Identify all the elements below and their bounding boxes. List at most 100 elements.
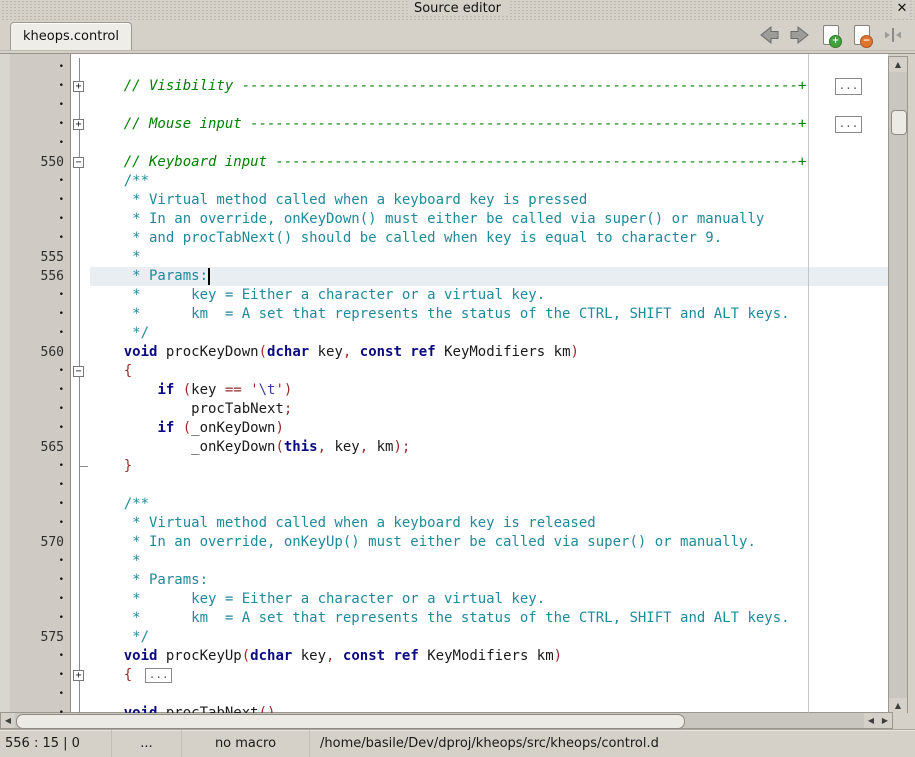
code-text[interactable] (90, 476, 888, 495)
code-text[interactable]: if (key == '\t') (90, 381, 888, 400)
code-text[interactable]: void procTabNext() (90, 704, 888, 713)
title-bar[interactable]: Source editor ✕ (0, 0, 915, 20)
code-text[interactable]: if (_onKeyDown) (90, 419, 888, 438)
fold-margin-cell (70, 172, 90, 191)
code-line[interactable]: • * Virtual method called when a keyboar… (0, 191, 888, 210)
code-text[interactable]: */ (90, 628, 888, 647)
code-text[interactable]: /** (90, 495, 888, 514)
fold-toggle-icon[interactable]: − (73, 157, 84, 168)
code-line[interactable]: • /** (0, 172, 888, 191)
code-line[interactable]: 565 _onKeyDown(this, key, km); (0, 438, 888, 457)
code-text[interactable] (90, 96, 888, 115)
close-icon[interactable]: ✕ (894, 1, 910, 17)
code-text[interactable] (90, 685, 888, 704)
status-info: ... (112, 730, 182, 757)
code-line[interactable]: • void procTabNext() (0, 704, 888, 713)
code-text[interactable]: } (90, 457, 888, 476)
fold-toggle-icon[interactable]: − (73, 366, 84, 377)
code-text[interactable]: { (90, 362, 888, 381)
code-text[interactable]: * (90, 248, 888, 267)
code-editor[interactable]: ••+ // Visibility ----------------------… (0, 53, 915, 713)
code-line[interactable]: • * (0, 552, 888, 571)
scroll-left-icon[interactable]: ◀ (1, 713, 15, 728)
collapsed-code-box[interactable]: ... (835, 116, 862, 133)
code-text[interactable]: * key = Either a character or a virtual … (90, 286, 888, 305)
horizontal-scrollbar[interactable]: ◀ ◀ ▶ (0, 712, 893, 729)
code-line[interactable]: • */ (0, 324, 888, 343)
code-line[interactable]: • procTabNext; (0, 400, 888, 419)
scroll-up-icon-bottom[interactable]: ▲ (889, 698, 907, 713)
code-text[interactable]: _onKeyDown(this, key, km); (90, 438, 888, 457)
code-text[interactable]: * key = Either a character or a virtual … (90, 590, 888, 609)
code-line[interactable]: • * Virtual method called when a keyboar… (0, 514, 888, 533)
code-line[interactable]: •+ // Mouse input ----------------------… (0, 115, 888, 134)
forward-arrow-icon (788, 24, 812, 46)
code-text[interactable]: /** (90, 172, 888, 191)
code-line[interactable]: • if (key == '\t') (0, 381, 888, 400)
code-line[interactable]: • } (0, 457, 888, 476)
code-text[interactable]: * km = A set that represents the status … (90, 305, 888, 324)
code-text[interactable]: * Params: (90, 571, 888, 590)
code-text[interactable]: void procKeyDown(dchar key, const ref Ke… (90, 343, 888, 362)
code-text[interactable]: {... (90, 666, 888, 685)
code-line[interactable]: • if (_onKeyDown) (0, 419, 888, 438)
code-line[interactable]: • (0, 134, 888, 153)
code-text[interactable]: */ (90, 324, 888, 343)
new-document-button[interactable]: + (819, 24, 843, 46)
code-line[interactable]: • (0, 58, 888, 77)
code-line[interactable]: • * km = A set that represents the statu… (0, 609, 888, 628)
code-line[interactable]: 560 void procKeyDown(dchar key, const re… (0, 343, 888, 362)
tab-kheops-control[interactable]: kheops.control (10, 22, 132, 50)
code-line[interactable]: •+ // Visibility -----------------------… (0, 77, 888, 96)
code-line[interactable]: 575 */ (0, 628, 888, 647)
fold-margin-cell (70, 191, 90, 210)
code-line[interactable]: 550− // Keyboard input -----------------… (0, 153, 888, 172)
code-line[interactable]: • * key = Either a character or a virtua… (0, 286, 888, 305)
code-text[interactable] (90, 134, 888, 153)
code-text[interactable]: procTabNext; (90, 400, 888, 419)
code-line[interactable]: •− { (0, 362, 888, 381)
fold-toggle-icon[interactable]: + (73, 670, 84, 681)
code-line[interactable]: •+ {... (0, 666, 888, 685)
code-text[interactable] (90, 58, 888, 77)
vertical-scroll-thumb[interactable] (891, 110, 907, 135)
code-text[interactable]: * (90, 552, 888, 571)
code-text[interactable]: * km = A set that represents the status … (90, 609, 888, 628)
code-text[interactable]: * In an override, onKeyUp() must either … (90, 533, 888, 552)
code-text[interactable]: // Visibility --------------------------… (90, 77, 888, 96)
code-text[interactable]: void procKeyUp(dchar key, const ref KeyM… (90, 647, 888, 666)
vertical-scrollbar[interactable]: ▲ ▲ ▼ (888, 56, 908, 713)
go-forward-button[interactable] (788, 24, 812, 46)
close-document-button[interactable]: − (850, 24, 874, 46)
code-line[interactable]: • * Params: (0, 571, 888, 590)
collapsed-code-box[interactable]: ... (145, 668, 172, 683)
code-line[interactable]: • * km = A set that represents the statu… (0, 305, 888, 324)
detach-editor-button[interactable] (881, 24, 905, 46)
scroll-right-icon[interactable]: ▶ (878, 713, 892, 728)
code-line[interactable]: • (0, 476, 888, 495)
go-back-button[interactable] (757, 24, 781, 46)
code-line[interactable]: • (0, 685, 888, 704)
code-text[interactable]: // Mouse input -------------------------… (90, 115, 888, 134)
code-text[interactable]: // Keyboard input ----------------------… (90, 153, 888, 172)
code-line[interactable]: • * key = Either a character or a virtua… (0, 590, 888, 609)
fold-toggle-icon[interactable]: + (73, 119, 84, 130)
code-line[interactable]: • * In an override, onKeyDown() must eit… (0, 210, 888, 229)
code-line[interactable]: • /** (0, 495, 888, 514)
code-line[interactable]: 570 * In an override, onKeyUp() must eit… (0, 533, 888, 552)
code-line[interactable]: • void procKeyUp(dchar key, const ref Ke… (0, 647, 888, 666)
code-text[interactable]: * Virtual method called when a keyboard … (90, 191, 888, 210)
fold-margin-cell (70, 609, 90, 628)
code-text[interactable]: * Virtual method called when a keyboard … (90, 514, 888, 533)
code-text[interactable]: * and procTabNext() should be called whe… (90, 229, 888, 248)
scroll-up-icon[interactable]: ▲ (889, 57, 907, 72)
code-text[interactable]: * In an override, onKeyDown() must eithe… (90, 210, 888, 229)
code-line[interactable]: • (0, 96, 888, 115)
code-line[interactable]: 556 * Params: (0, 267, 888, 286)
fold-toggle-icon[interactable]: + (73, 81, 84, 92)
horizontal-scroll-thumb[interactable] (16, 714, 685, 729)
collapsed-code-box[interactable]: ... (835, 78, 862, 95)
code-line[interactable]: 555 * (0, 248, 888, 267)
code-line[interactable]: • * and procTabNext() should be called w… (0, 229, 888, 248)
scroll-left-icon-right[interactable]: ◀ (864, 713, 878, 728)
